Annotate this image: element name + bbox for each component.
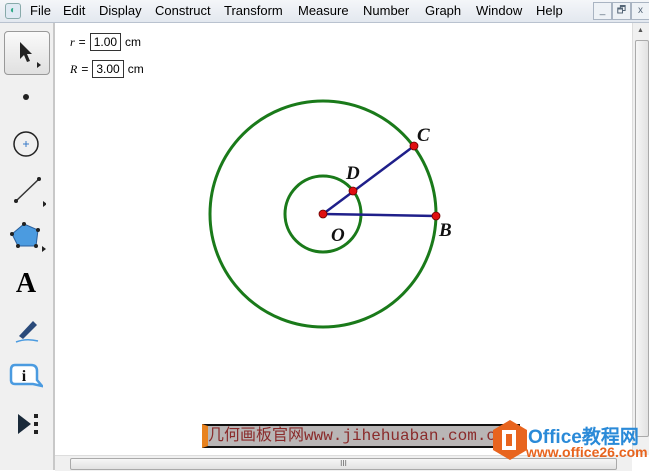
compass-tool[interactable] — [4, 123, 48, 165]
geometry: O B C D — [208, 99, 452, 329]
minimize-button[interactable]: _ — [593, 2, 612, 20]
close-button[interactable]: x — [631, 2, 649, 20]
menu-construct[interactable]: Construct — [155, 3, 211, 18]
polygon-tool[interactable] — [4, 216, 48, 258]
selection-arrow-tool[interactable] — [4, 31, 50, 75]
point-tool[interactable] — [4, 76, 48, 118]
label-D[interactable]: D — [345, 163, 360, 184]
menu-display[interactable]: Display — [99, 3, 142, 18]
watermark-url: www.office26.com — [526, 444, 648, 460]
text-tool[interactable]: A — [4, 263, 48, 305]
arrow-icon — [20, 42, 41, 68]
menu-window[interactable]: Window — [476, 3, 522, 18]
vertical-scroll-thumb[interactable] — [635, 40, 649, 437]
menu-transform[interactable]: Transform — [224, 3, 283, 18]
label-B[interactable]: B — [438, 220, 452, 241]
marker-tool[interactable] — [4, 310, 48, 352]
circle-icon — [13, 131, 39, 157]
point-icon — [23, 94, 29, 100]
menu-measure[interactable]: Measure — [298, 3, 349, 18]
menu-number[interactable]: Number — [363, 3, 409, 18]
office26-watermark: Office教程网 www.office26.com — [490, 418, 648, 462]
info-icon: i — [9, 363, 43, 388]
segment-OB[interactable] — [322, 212, 437, 218]
point-D[interactable] — [348, 186, 358, 196]
line-tool[interactable] — [4, 169, 48, 211]
custom-tools-icon — [18, 414, 38, 434]
scroll-up-icon[interactable]: ▲ — [637, 27, 644, 34]
segment-icon — [14, 177, 46, 207]
toolbox: A i — [0, 23, 55, 470]
label-O[interactable]: O — [331, 225, 345, 246]
menu-file[interactable]: File — [30, 3, 51, 18]
marker-icon — [15, 321, 39, 343]
information-tool[interactable]: i — [4, 356, 48, 398]
label-C[interactable]: C — [417, 125, 430, 146]
menu-edit[interactable]: Edit — [63, 3, 85, 18]
custom-tools[interactable] — [4, 403, 48, 445]
point-O[interactable] — [318, 209, 328, 219]
sketch-canvas[interactable]: r = 1.00 cm R = 3.00 cm O B C D — [55, 23, 632, 455]
website-banner: 几何画板官网www.jihehuaban.com.cn — [202, 424, 520, 448]
app-icon[interactable]: ◐ — [5, 3, 21, 19]
point-B[interactable] — [431, 211, 441, 221]
menu-bar: ◐ File Edit Display Construct Transform … — [0, 0, 649, 23]
restore-button[interactable]: 🗗 — [612, 2, 631, 20]
menu-graph[interactable]: Graph — [425, 3, 461, 18]
svg-text:i: i — [22, 368, 27, 385]
office-logo-icon — [493, 420, 527, 460]
vertical-scrollbar[interactable]: ▲ — [632, 23, 649, 455]
menu-help[interactable]: Help — [536, 3, 563, 18]
polygon-icon — [10, 222, 46, 252]
